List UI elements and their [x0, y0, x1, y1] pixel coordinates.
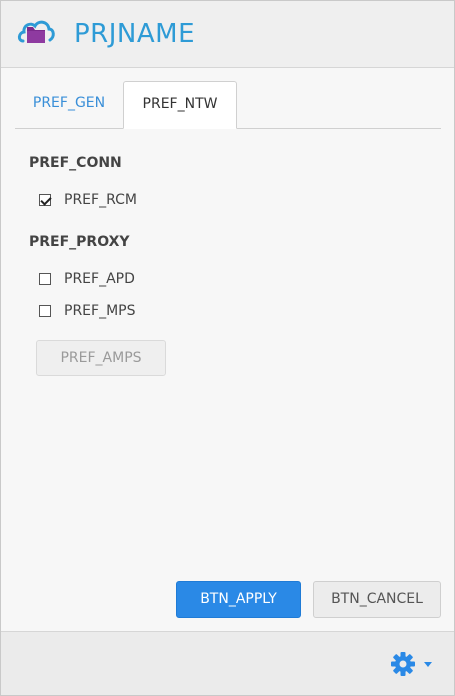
caret-down-icon — [424, 662, 432, 667]
rcm-checkbox[interactable] — [39, 194, 51, 206]
folder-cloud-icon — [17, 16, 55, 50]
tab-general[interactable]: PREF_GEN — [15, 81, 123, 127]
tab-network[interactable]: PREF_NTW — [123, 81, 237, 129]
header: PRJNAME — [1, 1, 454, 68]
apd-label: PREF_APD — [64, 271, 135, 287]
tab-bar: PREF_GEN PREF_NTW — [15, 81, 441, 129]
mps-checkbox[interactable] — [39, 305, 51, 317]
apd-checkbox[interactable] — [39, 273, 51, 285]
apd-option[interactable]: PREF_APD — [39, 269, 135, 289]
apply-button[interactable]: BTN_APPLY — [176, 581, 301, 618]
settings-menu[interactable] — [390, 651, 440, 677]
gear-icon — [391, 652, 415, 676]
proxy-heading: PREF_PROXY — [29, 234, 130, 250]
connection-heading: PREF_CONN — [29, 155, 122, 171]
app-title: PRJNAME — [74, 19, 196, 49]
amps-button[interactable]: PREF_AMPS — [36, 340, 166, 376]
rcm-option[interactable]: PREF_RCM — [39, 190, 137, 210]
bottom-bar — [1, 631, 454, 695]
preferences-window: PRJNAME PREF_GEN PREF_NTW PREF_CONN PREF… — [0, 0, 455, 696]
cancel-button[interactable]: BTN_CANCEL — [313, 581, 441, 618]
rcm-label: PREF_RCM — [64, 192, 137, 208]
mps-label: PREF_MPS — [64, 303, 136, 319]
mps-option[interactable]: PREF_MPS — [39, 301, 135, 321]
